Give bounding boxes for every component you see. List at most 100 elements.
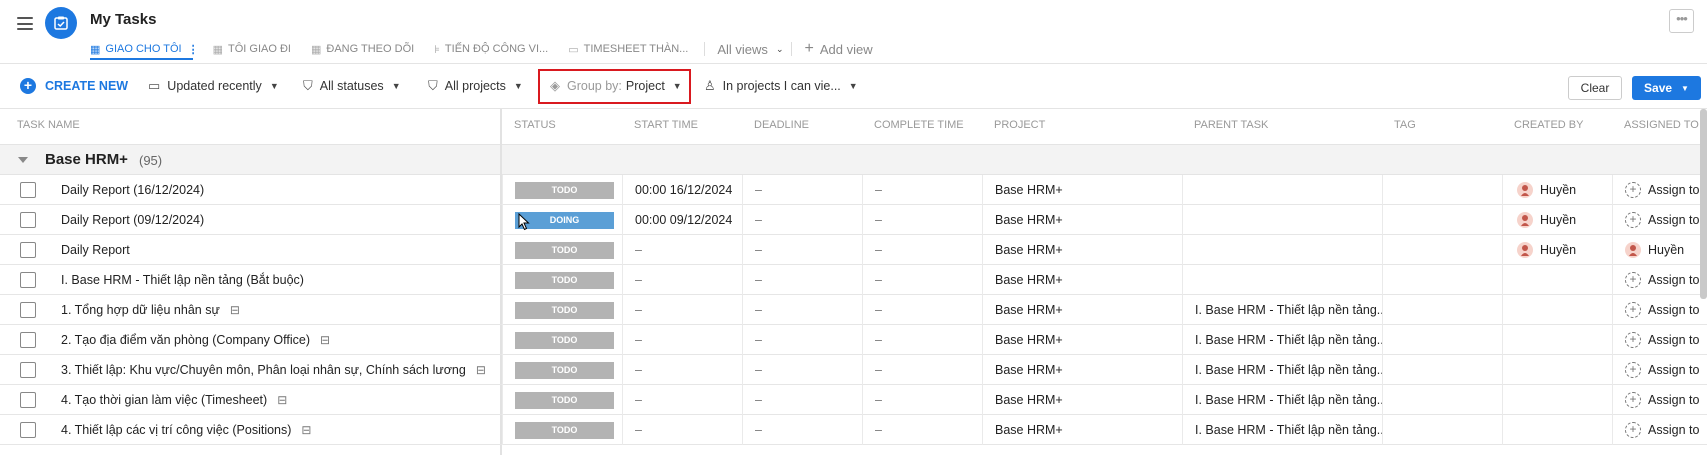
start-time-cell[interactable]: – bbox=[622, 355, 742, 385]
parent-task-cell[interactable]: I. Base HRM - Thiết lập nền tảng... bbox=[1182, 385, 1382, 415]
start-time-cell[interactable]: 00:00 09/12/2024 bbox=[622, 205, 742, 235]
tag-cell[interactable] bbox=[1382, 355, 1502, 385]
column-header-complete-time[interactable]: COMPLETE TIME bbox=[874, 119, 964, 131]
tag-cell[interactable] bbox=[1382, 415, 1502, 445]
parent-task-cell[interactable] bbox=[1182, 265, 1382, 295]
assigned-to-cell[interactable]: + Assign to bbox=[1612, 205, 1707, 235]
add-assignee-icon[interactable]: + bbox=[1625, 302, 1641, 318]
scope-dropdown[interactable]: ♙ In projects I can vie... ▼ bbox=[704, 75, 858, 97]
column-header-deadline[interactable]: DEADLINE bbox=[754, 119, 809, 131]
complete-time-cell[interactable]: – bbox=[862, 175, 982, 205]
sort-dropdown[interactable]: ▭ Updated recently ▼ bbox=[148, 75, 279, 97]
status-badge[interactable]: TODO bbox=[515, 421, 614, 439]
complete-time-cell[interactable]: – bbox=[862, 415, 982, 445]
parent-task-cell[interactable]: I. Base HRM - Thiết lập nền tảng... bbox=[1182, 325, 1382, 355]
table-row[interactable]: Daily Report (09/12/2024) DOING 00:00 09/1… bbox=[0, 205, 1707, 235]
status-cell[interactable]: TODO bbox=[502, 385, 622, 415]
project-cell[interactable]: Base HRM+ bbox=[982, 325, 1182, 355]
project-cell[interactable]: Base HRM+ bbox=[982, 235, 1182, 265]
deadline-cell[interactable]: – bbox=[742, 235, 862, 265]
project-cell[interactable]: Base HRM+ bbox=[982, 295, 1182, 325]
task-name-cell[interactable]: 2. Tạo địa điểm văn phòng (Company Offic… bbox=[61, 325, 496, 355]
tab-tien-do-cong-viec[interactable]: ⊧ TIẾN ĐỘ CÔNG VI... bbox=[434, 43, 548, 56]
complete-time-cell[interactable]: – bbox=[862, 265, 982, 295]
project-cell[interactable]: Base HRM+ bbox=[982, 355, 1182, 385]
row-checkbox[interactable] bbox=[20, 392, 36, 408]
task-name-cell[interactable]: 4. Tạo thời gian làm việc (Timesheet) ⊟ bbox=[61, 385, 496, 415]
deadline-cell[interactable]: – bbox=[742, 265, 862, 295]
column-header-task-name[interactable]: TASK NAME bbox=[17, 119, 80, 131]
task-name-cell[interactable]: 1. Tổng hợp dữ liệu nhân sự ⊟ bbox=[61, 295, 496, 325]
parent-task-cell[interactable] bbox=[1182, 175, 1382, 205]
add-assignee-icon[interactable]: + bbox=[1625, 272, 1641, 288]
assigned-to-cell[interactable]: + Assign to bbox=[1612, 355, 1707, 385]
more-options-button[interactable]: ••• bbox=[1669, 9, 1694, 33]
assigned-to-cell[interactable]: Huyền bbox=[1612, 235, 1707, 265]
task-name-cell[interactable]: Daily Report (09/12/2024) bbox=[61, 205, 496, 235]
task-name-cell[interactable]: Daily Report bbox=[61, 235, 496, 265]
tab-toi-giao-di[interactable]: ▦ TÔI GIAO ĐI bbox=[213, 43, 291, 56]
add-assignee-icon[interactable]: + bbox=[1625, 212, 1641, 228]
assigned-to-cell[interactable]: + Assign to bbox=[1612, 265, 1707, 295]
status-cell[interactable]: TODO bbox=[502, 295, 622, 325]
tag-cell[interactable] bbox=[1382, 205, 1502, 235]
row-checkbox[interactable] bbox=[20, 302, 36, 318]
assigned-to-cell[interactable]: + Assign to bbox=[1612, 295, 1707, 325]
table-row[interactable]: I. Base HRM - Thiết lập nền tảng (Bắt bu… bbox=[0, 265, 1707, 295]
deadline-cell[interactable]: – bbox=[742, 295, 862, 325]
created-by-cell[interactable] bbox=[1502, 325, 1612, 355]
assigned-to-cell[interactable]: + Assign to bbox=[1612, 175, 1707, 205]
deadline-cell[interactable]: – bbox=[742, 175, 862, 205]
menu-icon[interactable] bbox=[17, 17, 33, 30]
deadline-cell[interactable]: – bbox=[742, 325, 862, 355]
clear-button[interactable]: Clear bbox=[1568, 76, 1622, 100]
status-cell[interactable]: TODO bbox=[502, 355, 622, 385]
created-by-cell[interactable] bbox=[1502, 295, 1612, 325]
parent-task-cell[interactable]: I. Base HRM - Thiết lập nền tảng... bbox=[1182, 415, 1382, 445]
project-cell[interactable]: Base HRM+ bbox=[982, 175, 1182, 205]
all-views-dropdown[interactable]: All views ⌄ bbox=[717, 42, 783, 57]
table-row[interactable]: Daily Report (16/12/2024) TODO 00:00 16/12… bbox=[0, 175, 1707, 205]
tag-cell[interactable] bbox=[1382, 295, 1502, 325]
column-header-parent-task[interactable]: PARENT TASK bbox=[1194, 119, 1268, 131]
column-header-assigned-to[interactable]: ASSIGNED TO bbox=[1624, 119, 1699, 131]
assigned-to-cell[interactable]: + Assign to bbox=[1612, 325, 1707, 355]
project-filter-dropdown[interactable]: ⛉ All projects ▼ bbox=[428, 75, 523, 97]
tab-kebab-icon[interactable]: ⋮ bbox=[188, 43, 199, 56]
row-checkbox[interactable] bbox=[20, 212, 36, 228]
column-header-tag[interactable]: TAG bbox=[1394, 119, 1416, 131]
start-time-cell[interactable]: – bbox=[622, 265, 742, 295]
add-assignee-icon[interactable]: + bbox=[1625, 182, 1641, 198]
caret-down-icon[interactable]: ▼ bbox=[1681, 84, 1689, 93]
created-by-cell[interactable] bbox=[1502, 385, 1612, 415]
create-new-button[interactable]: + CREATE NEW bbox=[20, 75, 128, 97]
task-name-cell[interactable]: I. Base HRM - Thiết lập nền tảng (Bắt bu… bbox=[61, 265, 496, 295]
table-row[interactable]: 4. Tạo thời gian làm việc (Timesheet) ⊟ TO… bbox=[0, 385, 1707, 415]
table-row[interactable]: 4. Thiết lập các vị trí công việc (Posit… bbox=[0, 415, 1707, 445]
parent-task-cell[interactable]: I. Base HRM - Thiết lập nền tảng... bbox=[1182, 355, 1382, 385]
column-header-project[interactable]: PROJECT bbox=[994, 119, 1045, 131]
assigned-to-cell[interactable]: + Assign to bbox=[1612, 415, 1707, 445]
table-row[interactable]: 2. Tạo địa điểm văn phòng (Company Offic… bbox=[0, 325, 1707, 355]
start-time-cell[interactable]: – bbox=[622, 295, 742, 325]
status-badge[interactable]: TODO bbox=[515, 241, 614, 259]
add-assignee-icon[interactable]: + bbox=[1625, 392, 1641, 408]
tab-timesheet[interactable]: ▭ TIMESHEET THÀN... bbox=[568, 43, 688, 56]
column-header-created-by[interactable]: CREATED BY bbox=[1514, 119, 1583, 131]
table-row[interactable]: 3. Thiết lập: Khu vực/Chuyên môn, Phân l… bbox=[0, 355, 1707, 385]
created-by-cell[interactable]: Huyền bbox=[1502, 235, 1612, 265]
start-time-cell[interactable]: – bbox=[622, 415, 742, 445]
created-by-cell[interactable]: Huyền bbox=[1502, 205, 1612, 235]
row-checkbox[interactable] bbox=[20, 272, 36, 288]
tag-cell[interactable] bbox=[1382, 325, 1502, 355]
row-checkbox[interactable] bbox=[20, 362, 36, 378]
start-time-cell[interactable]: – bbox=[622, 385, 742, 415]
project-cell[interactable]: Base HRM+ bbox=[982, 415, 1182, 445]
tab-dang-theo-doi[interactable]: ▦ ĐANG THEO DÕI bbox=[311, 43, 414, 56]
group-header-row[interactable]: Base HRM+ (95) bbox=[0, 145, 1707, 175]
task-name-cell[interactable]: Daily Report (16/12/2024) bbox=[61, 175, 496, 205]
complete-time-cell[interactable]: – bbox=[862, 205, 982, 235]
complete-time-cell[interactable]: – bbox=[862, 325, 982, 355]
complete-time-cell[interactable]: – bbox=[862, 235, 982, 265]
complete-time-cell[interactable]: – bbox=[862, 295, 982, 325]
